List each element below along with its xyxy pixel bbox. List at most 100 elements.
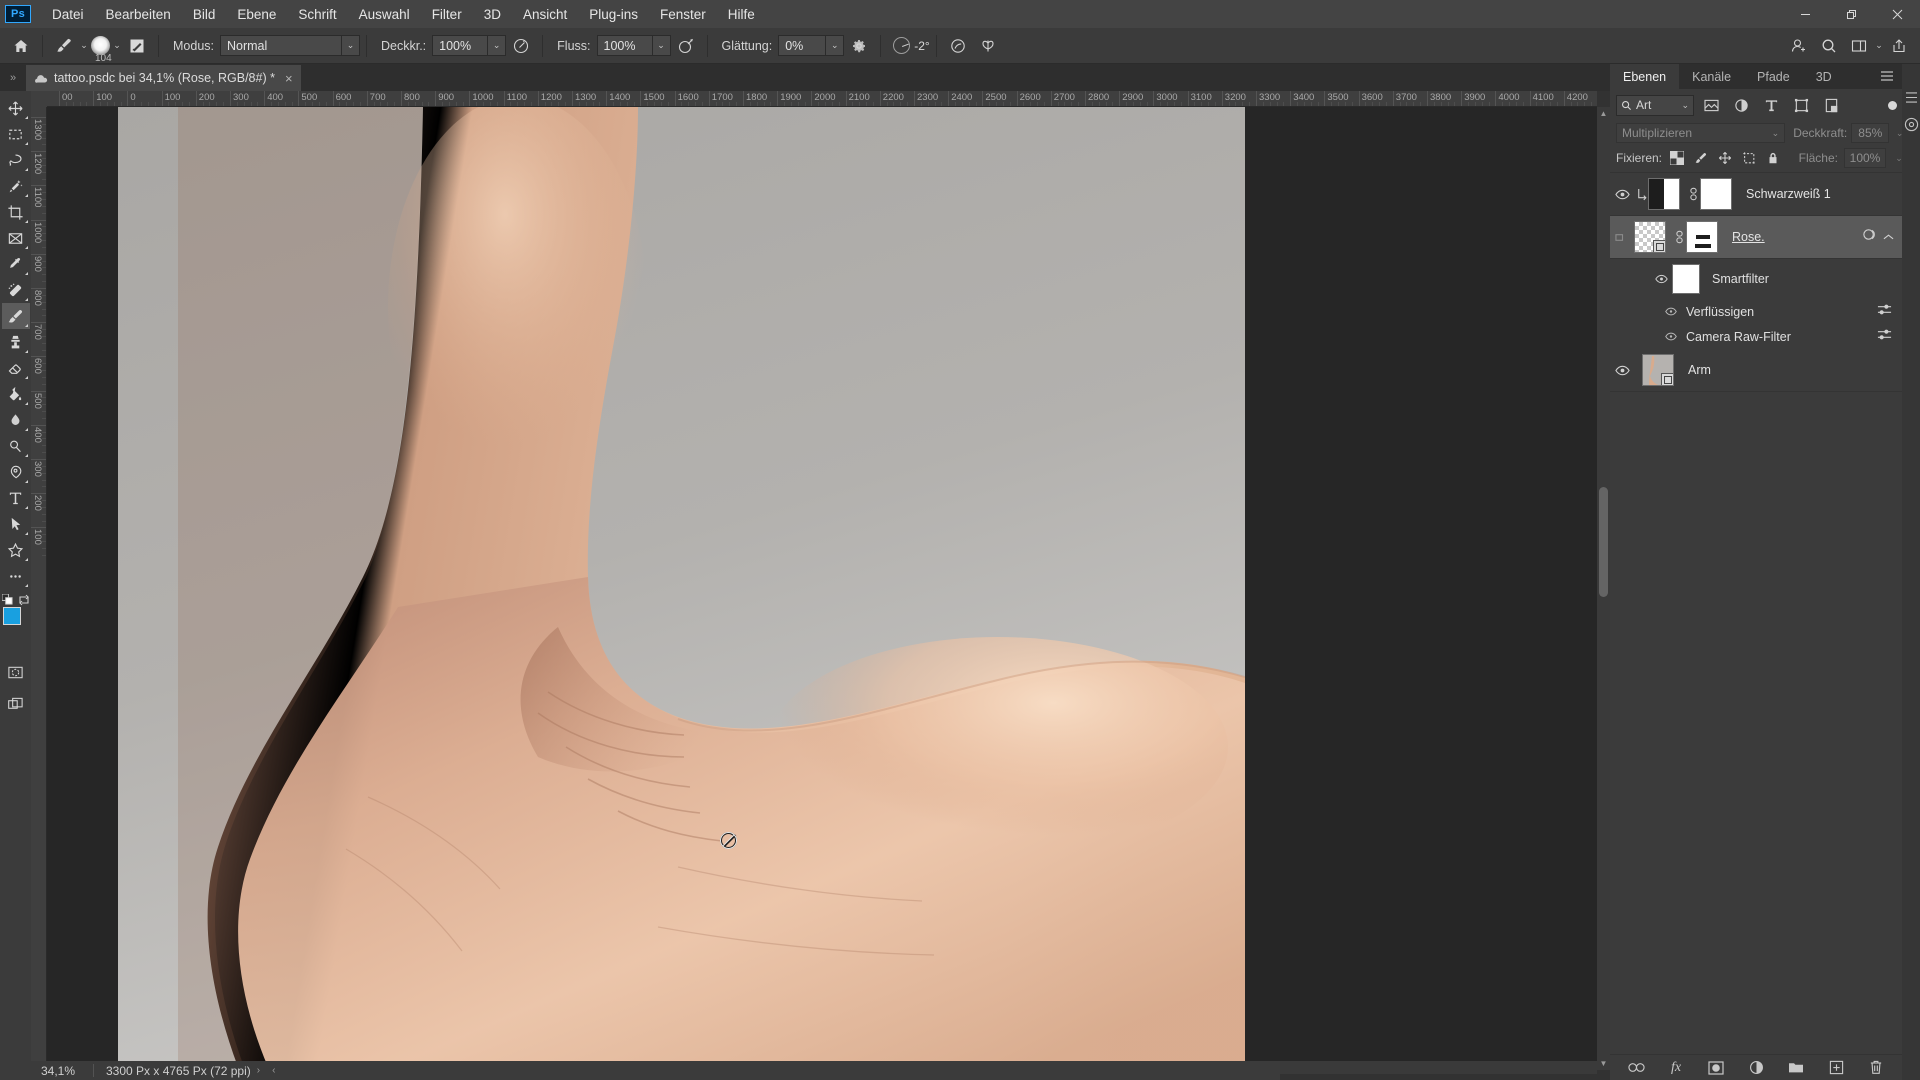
smart-filter-row[interactable]: Verflüssigen <box>1610 299 1902 324</box>
layer-blend-mode-select[interactable]: Multiplizieren ⌄ <box>1616 123 1786 143</box>
home-icon[interactable] <box>6 32 36 60</box>
zoom-level[interactable]: 34,1% <box>31 1064 93 1078</box>
status-prev-icon[interactable]: ‹ <box>266 1065 281 1076</box>
blend-mode-select[interactable]: Normal ⌄ <box>220 35 360 56</box>
workspace-caret-icon[interactable]: ⌄ <box>1874 40 1884 51</box>
menu-bild[interactable]: Bild <box>182 3 227 26</box>
edit-toolbar-button[interactable] <box>2 563 30 589</box>
menu-bearbeiten[interactable]: Bearbeiten <box>95 3 182 26</box>
pressure-size-icon[interactable] <box>943 32 973 60</box>
brush-angle-control[interactable]: -2° <box>893 37 930 54</box>
menu-datei[interactable]: Datei <box>41 3 95 26</box>
share-workspace-icon[interactable] <box>1784 32 1814 60</box>
pen-tool[interactable] <box>2 459 30 485</box>
new-group-icon[interactable] <box>1786 1058 1806 1078</box>
rectangular-marquee-tool[interactable] <box>2 121 30 147</box>
layer-opacity-value[interactable]: 85% <box>1851 123 1890 143</box>
smart-filter-visibility-toggle[interactable] <box>1660 324 1682 349</box>
layer-mask-thumbnail[interactable] <box>1686 221 1718 253</box>
smoothing-input[interactable]: 0% ⌄ <box>778 35 845 56</box>
layer-thumbnail[interactable] <box>1648 178 1680 210</box>
symmetry-butterfly-icon[interactable] <box>973 32 1003 60</box>
type-tool[interactable] <box>2 485 30 511</box>
gradient-tool[interactable] <box>2 381 30 407</box>
pressure-opacity-icon[interactable] <box>506 32 536 60</box>
collapse-panel-icon[interactable] <box>1902 92 1920 103</box>
restore-button[interactable] <box>1828 0 1874 28</box>
menu-hilfe[interactable]: Hilfe <box>717 3 766 26</box>
brush-preset-picker[interactable]: 104 <box>89 31 112 64</box>
smart-filter-mask-thumbnail[interactable] <box>1672 264 1700 294</box>
screen-mode-button[interactable] <box>2 691 30 717</box>
blur-tool[interactable] <box>2 407 30 433</box>
scroll-down-icon[interactable]: ▼ <box>1597 1057 1610 1070</box>
smart-filter-badge-icon[interactable] <box>1862 227 1877 247</box>
layer-name[interactable]: Schwarzweiß 1 <box>1746 187 1831 201</box>
layer-name[interactable]: Rose. <box>1732 230 1765 244</box>
close-button[interactable] <box>1874 0 1920 28</box>
menu-auswahl[interactable]: Auswahl <box>348 3 421 26</box>
filter-toggle-icon[interactable] <box>1886 94 1898 116</box>
link-icon[interactable] <box>1672 230 1686 244</box>
opacity-input[interactable]: 100% ⌄ <box>432 35 507 56</box>
link-layers-icon[interactable] <box>1626 1058 1646 1078</box>
workspace-icon[interactable] <box>1844 32 1874 60</box>
layer-visibility-toggle[interactable] <box>1610 173 1634 216</box>
clone-stamp-tool[interactable] <box>2 329 30 355</box>
close-icon[interactable]: × <box>285 71 293 86</box>
brush-tool-caret-icon[interactable]: ⌄ <box>79 40 89 51</box>
menu-ansicht[interactable]: Ansicht <box>512 3 578 26</box>
layer-style-fx-icon[interactable]: fx <box>1666 1058 1686 1078</box>
lock-artboard-icon[interactable] <box>1740 149 1758 167</box>
lock-all-icon[interactable] <box>1764 149 1782 167</box>
tab-pfade[interactable]: Pfade <box>1744 64 1803 89</box>
vertical-scroll-thumb[interactable] <box>1599 487 1608 597</box>
smart-filter-group-row[interactable]: Smartfilter <box>1610 259 1902 299</box>
frame-tool[interactable] <box>2 225 30 251</box>
foreground-color-swatch[interactable] <box>2 607 21 625</box>
tab-3d[interactable]: 3D <box>1803 64 1845 89</box>
quick-selection-tool[interactable] <box>2 173 30 199</box>
crop-tool[interactable] <box>2 199 30 225</box>
menu-3d[interactable]: 3D <box>473 3 512 26</box>
menu-filter[interactable]: Filter <box>421 3 473 26</box>
menu-schrift[interactable]: Schrift <box>287 3 347 26</box>
layer-thumbnail[interactable] <box>1642 354 1674 386</box>
search-icon[interactable] <box>1814 32 1844 60</box>
spot-healing-brush-tool[interactable] <box>2 277 30 303</box>
brush-preset-caret-icon[interactable]: ⌄ <box>112 40 122 51</box>
brush-tool-icon[interactable] <box>49 32 79 60</box>
chevron-up-icon[interactable] <box>1883 228 1894 246</box>
tab-kanaele[interactable]: Kanäle <box>1679 64 1744 89</box>
layer-thumbnail[interactable] <box>1634 221 1666 253</box>
layer-visibility-toggle[interactable] <box>1610 216 1634 259</box>
minimize-button[interactable] <box>1782 0 1828 28</box>
layer-row[interactable]: Arm <box>1610 349 1902 392</box>
collapse-panels-icon[interactable]: » <box>0 64 26 91</box>
layer-mask-thumbnail[interactable] <box>1700 178 1732 210</box>
adobe-color-icon[interactable] <box>1902 117 1920 132</box>
vertical-ruler[interactable]: 1300 1200 1100 1000 900 800 700 600 500 400 300 200… <box>31 107 47 1070</box>
document-canvas[interactable] <box>118 107 1245 1067</box>
hamburger-icon[interactable] <box>1878 67 1896 85</box>
fill-value[interactable]: 100% <box>1844 148 1886 168</box>
layer-visibility-toggle[interactable] <box>1610 349 1634 392</box>
menu-fenster[interactable]: Fenster <box>649 3 717 26</box>
smart-object-filter-icon[interactable] <box>1818 94 1844 116</box>
eraser-tool[interactable] <box>2 355 30 381</box>
type-layer-filter-icon[interactable] <box>1758 94 1784 116</box>
link-icon[interactable] <box>1686 187 1700 201</box>
canvas-vertical-scrollbar[interactable]: ▲ ▼ <box>1597 107 1610 1070</box>
adjustment-layer-filter-icon[interactable] <box>1728 94 1754 116</box>
airbrush-icon[interactable] <box>671 32 701 60</box>
dodge-tool[interactable] <box>2 433 30 459</box>
share-icon[interactable] <box>1884 32 1914 60</box>
filter-settings-icon[interactable] <box>1877 328 1902 346</box>
pixel-layer-filter-icon[interactable] <box>1698 94 1724 116</box>
smart-filter-visibility-toggle[interactable] <box>1650 258 1672 301</box>
document-tab[interactable]: tattoo.psdc bei 34,1% (Rose, RGB/8#) * × <box>26 65 302 91</box>
new-adjustment-layer-icon[interactable] <box>1746 1058 1766 1078</box>
new-layer-icon[interactable] <box>1826 1058 1846 1078</box>
brush-settings-icon[interactable] <box>122 32 152 60</box>
smart-filter-row[interactable]: Camera Raw-Filter <box>1610 324 1902 349</box>
